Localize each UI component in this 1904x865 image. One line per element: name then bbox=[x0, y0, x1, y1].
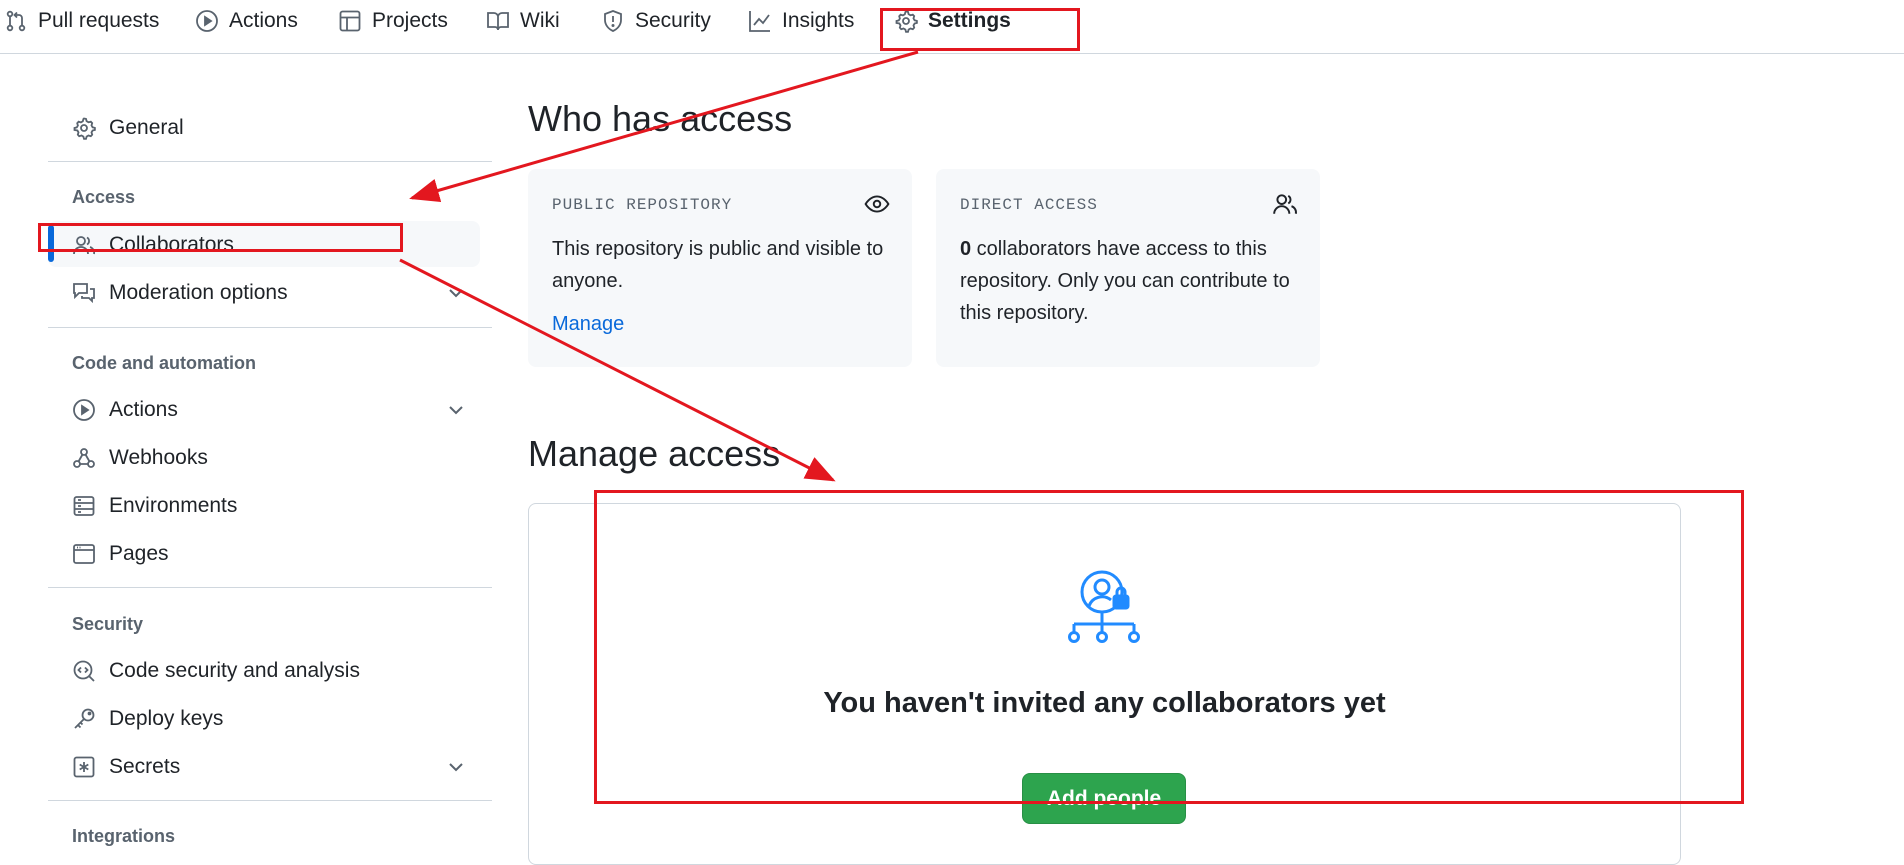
nav-pull-requests[interactable]: Pull requests bbox=[4, 0, 159, 42]
sidebar-item-pages[interactable]: Pages bbox=[72, 534, 169, 574]
who-has-access-title: Who has access bbox=[528, 98, 793, 139]
sidebar-item-label: Pages bbox=[109, 542, 169, 565]
browser-icon bbox=[73, 544, 95, 564]
sidebar-item-label: General bbox=[109, 116, 184, 139]
chevron-down-icon[interactable] bbox=[446, 283, 466, 303]
sidebar-item-moderation-options[interactable]: Moderation options bbox=[72, 273, 288, 313]
sidebar-item-label: Secrets bbox=[109, 755, 181, 778]
annotation-box-collaborators bbox=[38, 223, 403, 252]
sidebar-item-label: Moderation options bbox=[109, 281, 288, 304]
play-icon bbox=[196, 10, 218, 32]
sidebar-item-actions[interactable]: Actions bbox=[72, 390, 178, 430]
nav-wiki[interactable]: Wiki bbox=[486, 0, 560, 42]
chevron-down-icon[interactable] bbox=[446, 757, 466, 777]
sidebar-item-label: Deploy keys bbox=[109, 707, 224, 730]
sidebar-item-label: Environments bbox=[109, 494, 238, 517]
sidebar-item-deploy-keys[interactable]: Deploy keys bbox=[72, 699, 223, 739]
card-label: DIRECT ACCESS bbox=[960, 196, 1098, 214]
manage-link[interactable]: Manage bbox=[552, 313, 624, 336]
nav-security[interactable]: Security bbox=[601, 0, 711, 42]
sidebar-item-label: Code security and analysis bbox=[109, 659, 360, 682]
shield-icon bbox=[604, 10, 622, 32]
sidebar-heading-security: Security bbox=[72, 614, 144, 634]
sidebar-heading-access: Access bbox=[72, 187, 136, 207]
gear-icon bbox=[73, 117, 96, 140]
card-text: 0 collaborators have access to this repo… bbox=[960, 233, 1300, 329]
comment-discussion-icon bbox=[73, 283, 95, 304]
card-label: PUBLIC REPOSITORY bbox=[552, 196, 733, 214]
sidebar-item-general[interactable]: General bbox=[72, 108, 184, 148]
direct-access-card: DIRECT ACCESS 0 collaborators have acces… bbox=[936, 169, 1320, 367]
sidebar-item-webhooks[interactable]: Webhooks bbox=[72, 438, 208, 478]
sidebar-item-environments[interactable]: Environments bbox=[72, 486, 237, 526]
card-text: This repository is public and visible to… bbox=[552, 238, 884, 292]
nav-label: Projects bbox=[372, 9, 448, 32]
nav-label: Security bbox=[635, 9, 711, 32]
server-icon bbox=[73, 496, 95, 516]
play-icon bbox=[73, 399, 95, 421]
sidebar-divider bbox=[48, 161, 492, 162]
sidebar-divider bbox=[48, 587, 492, 588]
nav-insights[interactable]: Insights bbox=[748, 0, 854, 42]
nav-label: Wiki bbox=[520, 9, 560, 32]
sidebar-heading-code-and-automation: Code and automation bbox=[72, 353, 256, 373]
sidebar-item-label: Actions bbox=[109, 398, 178, 421]
annotation-box-empty-state bbox=[594, 490, 1744, 804]
nav-label: Insights bbox=[782, 9, 855, 32]
collaborator-count: 0 bbox=[960, 238, 972, 260]
sidebar-item-code-security[interactable]: Code security and analysis bbox=[72, 651, 360, 691]
eye-icon bbox=[864, 195, 890, 213]
nav-label: Pull requests bbox=[38, 9, 160, 32]
nav-label: Actions bbox=[229, 9, 298, 32]
table-icon bbox=[339, 10, 361, 32]
sidebar-divider bbox=[48, 327, 492, 328]
key-icon bbox=[74, 708, 95, 729]
pull-request-icon bbox=[6, 10, 26, 32]
card-text-body: collaborators have access to this reposi… bbox=[960, 238, 1290, 324]
asterisk-icon bbox=[73, 756, 95, 778]
manage-access-title: Manage access bbox=[528, 433, 781, 474]
annotation-box-settings bbox=[880, 8, 1080, 51]
graph-icon bbox=[749, 11, 770, 32]
nav-projects[interactable]: Projects bbox=[338, 0, 448, 42]
sidebar-divider bbox=[48, 800, 492, 801]
sidebar-item-label: Webhooks bbox=[109, 446, 208, 469]
chevron-down-icon[interactable] bbox=[446, 400, 466, 420]
sidebar-item-secrets[interactable]: Secrets bbox=[72, 747, 180, 787]
book-icon bbox=[487, 12, 509, 31]
public-repository-card: PUBLIC REPOSITORY This repository is pub… bbox=[528, 169, 912, 367]
nav-actions[interactable]: Actions bbox=[195, 0, 298, 42]
people-icon bbox=[1273, 194, 1297, 214]
webhook-icon bbox=[73, 448, 95, 468]
codescan-icon bbox=[73, 660, 95, 682]
